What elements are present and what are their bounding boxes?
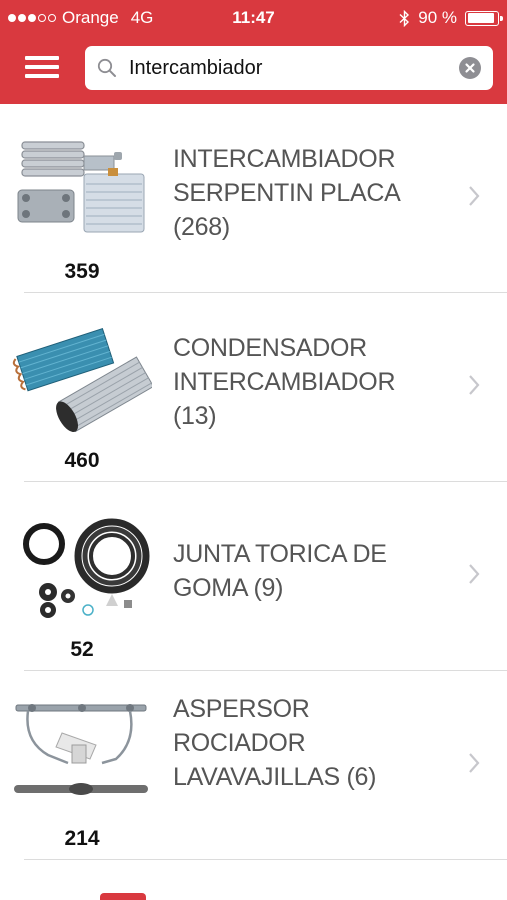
product-count: 359 <box>64 260 100 283</box>
next-item-image-peek <box>100 893 146 900</box>
list-item[interactable]: 460 CONDENSADOR INTERCAMBIADOR (13) <box>0 293 507 482</box>
product-image <box>17 141 145 233</box>
list-item[interactable]: 214 ASPERSOR ROCIADOR LAVAVAJILLAS (6) <box>0 671 507 860</box>
search-input[interactable] <box>129 54 449 82</box>
product-image <box>23 518 150 618</box>
category-title: CONDENSADOR INTERCAMBIADOR (13) <box>173 334 396 430</box>
search-icon <box>97 58 116 77</box>
bluetooth-icon <box>399 9 410 27</box>
battery-percent: 90 % <box>418 8 457 27</box>
chevron-right-icon <box>469 186 480 206</box>
product-count: 52 <box>70 638 94 661</box>
category-title: INTERCAMBIADOR SERPENTIN PLACA (268) <box>173 145 400 241</box>
menu-button[interactable] <box>25 56 59 78</box>
search-bar[interactable] <box>85 46 493 90</box>
results-list: 359 INTERCAMBIADOR SERPENTIN PLACA (268) <box>0 104 507 860</box>
row-divider <box>24 859 507 860</box>
product-count: 460 <box>64 449 100 472</box>
list-item[interactable]: 359 INTERCAMBIADOR SERPENTIN PLACA (268) <box>0 104 507 293</box>
battery-icon <box>465 10 503 26</box>
app-header: Orange 4G 11:47 90 % <box>0 0 507 104</box>
list-item[interactable]: 52 JUNTA TORICA DE GOMA (9) <box>0 482 507 671</box>
chevron-right-icon <box>469 753 480 773</box>
clear-search-button[interactable] <box>459 57 481 79</box>
product-count: 214 <box>64 827 100 850</box>
category-title: ASPERSOR ROCIADOR LAVAVAJILLAS (6) <box>173 695 377 791</box>
chevron-right-icon <box>469 564 480 584</box>
product-image <box>14 704 148 795</box>
chevron-right-icon <box>469 375 480 395</box>
status-bar: Orange 4G 11:47 90 % <box>0 0 507 36</box>
clear-icon <box>465 63 475 73</box>
category-title: JUNTA TORICA DE GOMA (9) <box>173 540 387 602</box>
product-image <box>12 328 152 433</box>
